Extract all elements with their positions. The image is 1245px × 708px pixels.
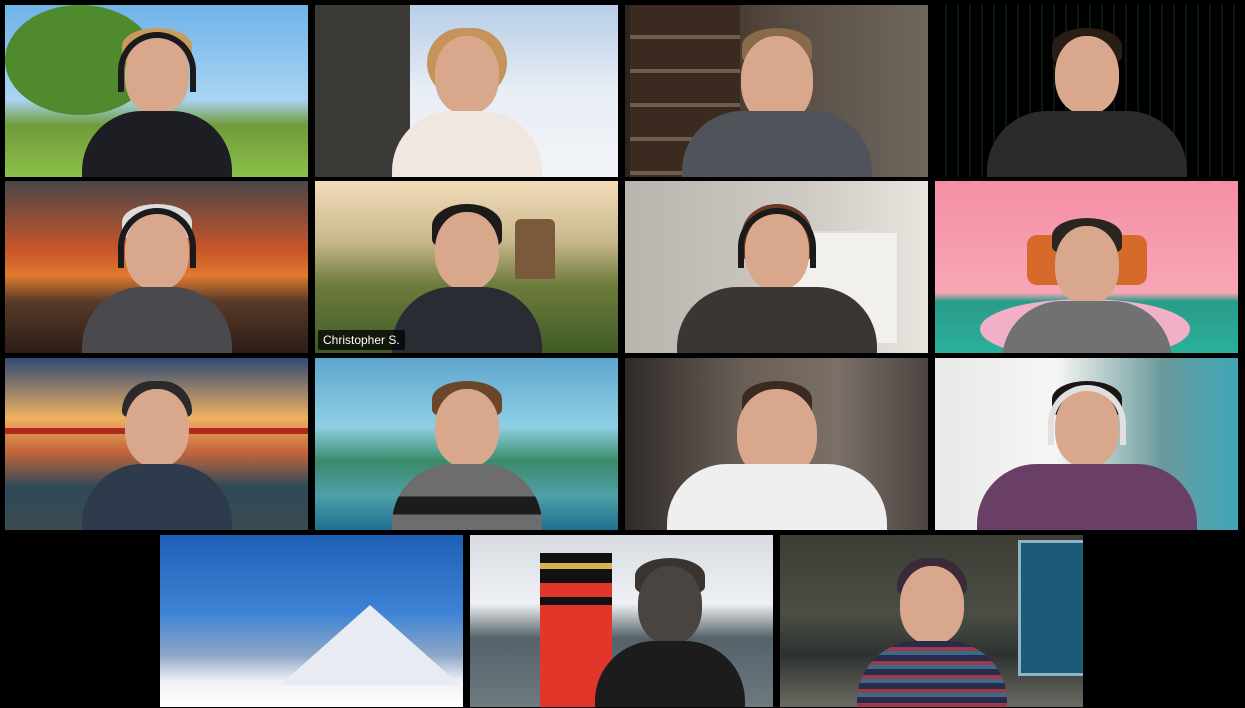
participant-video [976,371,1197,530]
video-tile[interactable] [5,5,308,177]
video-tile[interactable] [935,181,1238,353]
participant-video [81,194,232,353]
participant-video [391,18,542,177]
video-tile[interactable] [625,181,928,353]
screen-panel-image [1018,540,1083,676]
participant-video [681,18,872,177]
video-tile[interactable] [5,358,308,530]
video-tile[interactable] [935,358,1238,530]
video-tile-active-speaker[interactable]: Christopher S. [315,181,618,353]
participant-video [391,194,542,353]
video-tile[interactable] [935,5,1238,177]
participant-video [676,194,877,353]
participant-video [81,18,232,177]
video-tile[interactable] [625,5,928,177]
video-tile[interactable] [780,535,1083,707]
video-tile[interactable] [315,358,618,530]
participant-video [81,371,232,530]
participant-video [666,371,887,530]
video-tile[interactable] [470,535,773,707]
participant-video [986,18,1187,177]
video-tile[interactable] [625,358,928,530]
participant-video [1001,208,1172,353]
participant-name-label: Christopher S. [318,330,405,350]
participant-video [856,548,1007,707]
snow-mountain-image [280,605,460,685]
video-tile[interactable] [5,181,308,353]
participant-video [595,548,745,707]
video-tile[interactable] [315,5,618,177]
video-tile[interactable] [160,535,463,707]
participant-video [391,371,542,530]
